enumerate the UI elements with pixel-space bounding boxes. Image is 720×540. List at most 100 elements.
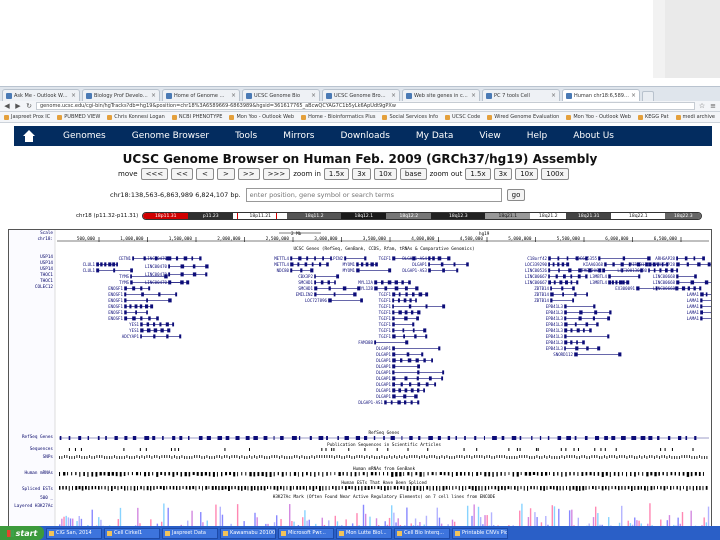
browser-tab[interactable]: Web site genes in chromo× (402, 89, 480, 101)
browser-tab[interactable]: UCSC Genome Browser Web× (322, 89, 400, 101)
go-button[interactable]: go (506, 189, 526, 201)
mrna-mark (285, 472, 287, 476)
ideogram-band: 18q22.3 (665, 213, 702, 219)
chromosome-ideogram[interactable]: 18p11.31 p11.23 18p11.21 18q11.2 18q12.1 18q1… (142, 212, 703, 220)
h3k27ac-signal-bar (221, 514, 224, 526)
mrna-mark (524, 472, 528, 476)
home-icon[interactable] (22, 130, 36, 142)
h3k27ac-signal-bar (98, 517, 100, 526)
mrna-mark (654, 472, 657, 477)
move-right-button[interactable]: > (216, 167, 235, 180)
reload-icon[interactable]: ↻ (25, 102, 33, 110)
move-left-button[interactable]: <<< (140, 167, 169, 180)
close-icon[interactable]: × (551, 92, 556, 99)
est-mark (644, 486, 646, 491)
nav-item-my-data[interactable]: My Data (403, 131, 466, 141)
close-icon[interactable]: × (71, 92, 76, 99)
new-tab-button[interactable] (642, 91, 654, 101)
nav-item-view[interactable]: View (466, 131, 513, 141)
zoom-in-button[interactable]: 10x (373, 167, 397, 180)
start-button[interactable]: start (0, 526, 44, 540)
nav-item-mirrors[interactable]: Mirrors (270, 131, 327, 141)
zoom-in-button[interactable]: 1.5x (323, 167, 350, 180)
mrna-mark (237, 472, 239, 477)
move-left-button[interactable]: << (171, 167, 193, 180)
nav-item-genome-browser[interactable]: Genome Browser (119, 131, 222, 141)
bookmark-item[interactable]: KEGG Pat (637, 114, 669, 120)
move-right-button[interactable]: >> (237, 167, 260, 180)
gene-exon (415, 286, 419, 291)
ruler-tick-label: 2,500,000 (266, 236, 290, 242)
move-left-button[interactable]: < (195, 167, 214, 180)
bookmark-item[interactable]: Social Services Info (382, 114, 438, 120)
snp-mark (91, 456, 93, 459)
close-icon[interactable]: × (631, 92, 636, 99)
bookmark-item[interactable]: UCSC Code (445, 114, 480, 120)
close-icon[interactable]: × (391, 92, 396, 99)
url-field[interactable]: genome.ucsc.edu/cgi-bin/hgTracks?db=hg19… (36, 102, 695, 110)
bookmark-item[interactable]: Mon Yoo - Outlook Web (566, 114, 631, 120)
nav-item-about-us[interactable]: About Us (560, 131, 627, 141)
snp-mark (124, 456, 125, 459)
browser-tab[interactable]: UCSC Genome Bio × (242, 89, 320, 101)
snp-mark (556, 456, 558, 459)
taskbar-item[interactable]: Kawamabu 2010043 (220, 527, 276, 539)
zoom-in-button[interactable]: base (399, 167, 427, 180)
snp-mark (109, 456, 110, 459)
star-icon[interactable]: ☆ (698, 102, 706, 110)
taskbar-item[interactable]: Microsoft Pwr... (278, 527, 334, 539)
nav-item-tools[interactable]: Tools (222, 131, 270, 141)
gene-label: CLUL1 (83, 268, 96, 273)
forward-icon[interactable]: ▶ (14, 102, 22, 110)
h3k27ac-signal-bar (545, 515, 547, 526)
browser-tab[interactable]: Ask Me - Outlook Web App× (2, 89, 80, 101)
bookmark-item[interactable]: NCBI PHENOTYPE (171, 114, 222, 120)
move-right-button[interactable]: >>> (262, 167, 291, 180)
taskbar-item[interactable]: Jaspreet Data (162, 527, 218, 539)
taskbar-item[interactable]: Cell Bio Interq... (394, 527, 450, 539)
nav-item-genomes[interactable]: Genomes (50, 131, 119, 141)
zoom-out-button[interactable]: 100x (541, 167, 569, 180)
gene-exon (700, 316, 703, 321)
bookmark-item[interactable]: Mon Yoo - Outlook Web (229, 114, 294, 120)
bookmark-item[interactable]: medi archive (675, 114, 715, 120)
browser-tab[interactable]: Human chr18:6,589,6-6,9× (562, 89, 640, 101)
browser-tab[interactable]: Biology Prof Development× (82, 89, 160, 101)
back-icon[interactable]: ◀ (3, 102, 11, 110)
zoom-out-button[interactable]: 3x (493, 167, 513, 180)
zoom-in-button[interactable]: 3x (352, 167, 371, 180)
zoom-out-button[interactable]: 10x (515, 167, 539, 180)
taskbar-item[interactable]: Cell Cirkel1 (104, 527, 160, 539)
wrench-icon[interactable]: ≡ (709, 102, 717, 110)
gene-exon (392, 310, 395, 315)
zoom-out-button[interactable]: 1.5x (465, 167, 491, 180)
browser-tab[interactable]: PC 7 tools Cell × (482, 89, 560, 101)
browser-tab[interactable]: Home of Genome Wide Assoc× (162, 89, 240, 101)
gene-exon (327, 280, 330, 285)
taskbar-item[interactable]: ClG San, 2014 (46, 527, 102, 539)
bookmark-item[interactable]: Home - Bioinformatics Plus (301, 114, 375, 120)
bookmark-icon (637, 114, 643, 120)
bookmark-item[interactable]: Chris Konnesi Logan (107, 114, 165, 120)
genome-track-image[interactable]: Scale chr18: USP14 USP14 USP14 THOC1 THOC1 COLE… (8, 229, 712, 526)
taskbar-item[interactable]: Printable CNVs Pictu... (452, 527, 508, 539)
close-icon[interactable]: × (151, 92, 156, 99)
tracks-svg[interactable]: Scalechr18:USP14USP14USP14THOC1THOC1COLE… (9, 230, 712, 526)
close-icon[interactable]: × (311, 92, 316, 99)
bookmark-item[interactable]: Wired Genome Evaluation (487, 114, 559, 120)
bookmark-item[interactable]: Jaspreet Prox IC (4, 114, 50, 120)
taskbar-item[interactable]: Mon Lutte Biol... (336, 527, 392, 539)
nav-item-downloads[interactable]: Downloads (327, 131, 402, 141)
close-icon[interactable]: × (471, 92, 476, 99)
bookmark-item[interactable]: PUBMED VIEW (57, 114, 100, 120)
close-icon[interactable]: × (231, 92, 236, 99)
snp-mark (591, 455, 593, 458)
mrna-mark (366, 472, 368, 477)
est-mark (611, 486, 613, 490)
nav-item-help[interactable]: Help (514, 131, 561, 141)
gene-exon (375, 262, 378, 267)
snp-mark (464, 456, 465, 459)
pubs-mark (321, 448, 323, 451)
snp-mark (669, 455, 670, 458)
position-search-input[interactable] (245, 188, 502, 202)
